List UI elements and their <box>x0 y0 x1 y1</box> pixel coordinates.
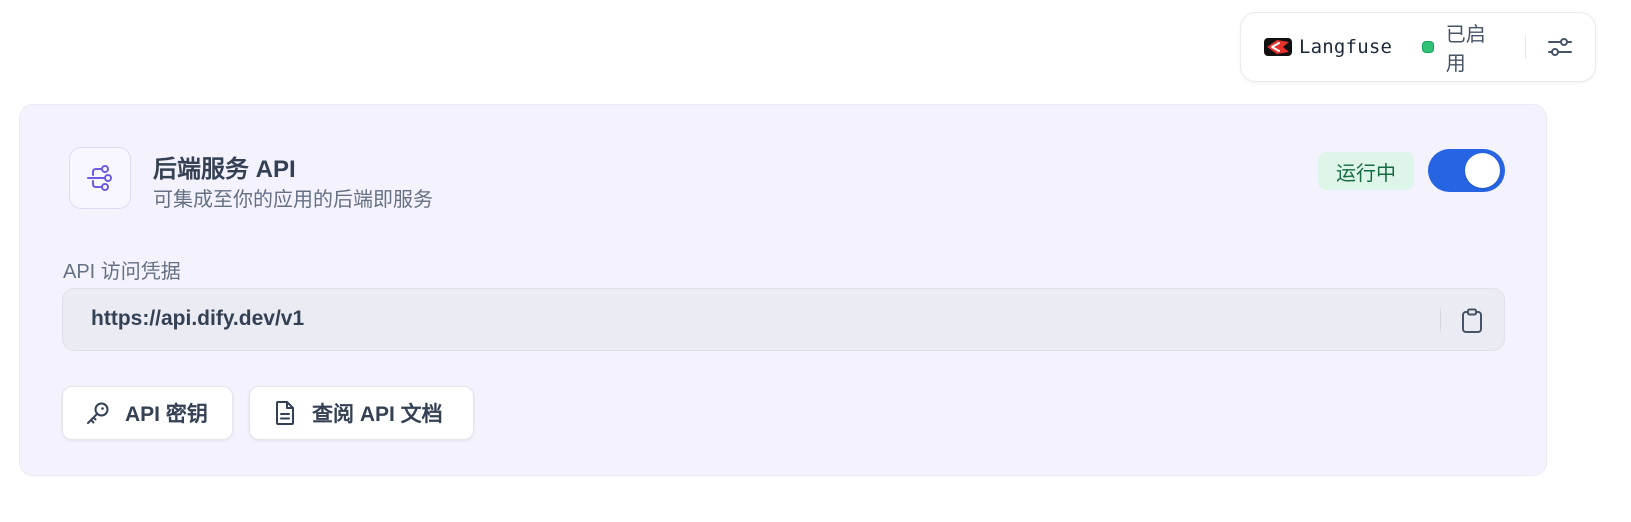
api-keys-label: API 密钥 <box>125 403 208 426</box>
backend-service-api-card: 后端服务 API 可集成至你的应用的后端即服务 运行中 API 访问凭据 htt… <box>19 104 1547 476</box>
service-enable-toggle[interactable] <box>1428 149 1505 192</box>
langfuse-logo-icon <box>1263 36 1293 58</box>
credentials-label: API 访问凭据 <box>63 261 181 283</box>
api-url-text: https://api.dify.dev/v1 <box>91 307 305 330</box>
api-keys-button[interactable]: API 密钥 <box>62 386 233 440</box>
clipboard-icon[interactable] <box>1456 305 1488 337</box>
tracing-status-text: 已启用 <box>1445 24 1486 75</box>
divider <box>1525 35 1527 59</box>
api-flow-icon <box>69 147 131 209</box>
tracing-provider-name: Langfuse <box>1299 36 1393 58</box>
card-subtitle: 可集成至你的应用的后端即服务 <box>153 189 433 211</box>
card-title: 后端服务 API <box>153 156 296 183</box>
tracing-status-pill[interactable]: Langfuse 已启用 <box>1240 12 1596 82</box>
toggle-knob <box>1465 153 1500 188</box>
divider <box>1440 309 1441 331</box>
view-api-docs-label: 查阅 API 文档 <box>312 403 443 426</box>
document-icon <box>272 400 298 426</box>
api-url-field: https://api.dify.dev/v1 <box>62 288 1505 351</box>
view-api-docs-button[interactable]: 查阅 API 文档 <box>249 386 474 440</box>
status-badge: 运行中 <box>1318 152 1414 190</box>
key-icon <box>85 400 111 426</box>
settings-sliders-icon[interactable] <box>1546 33 1573 61</box>
status-indicator-dot <box>1422 41 1434 53</box>
